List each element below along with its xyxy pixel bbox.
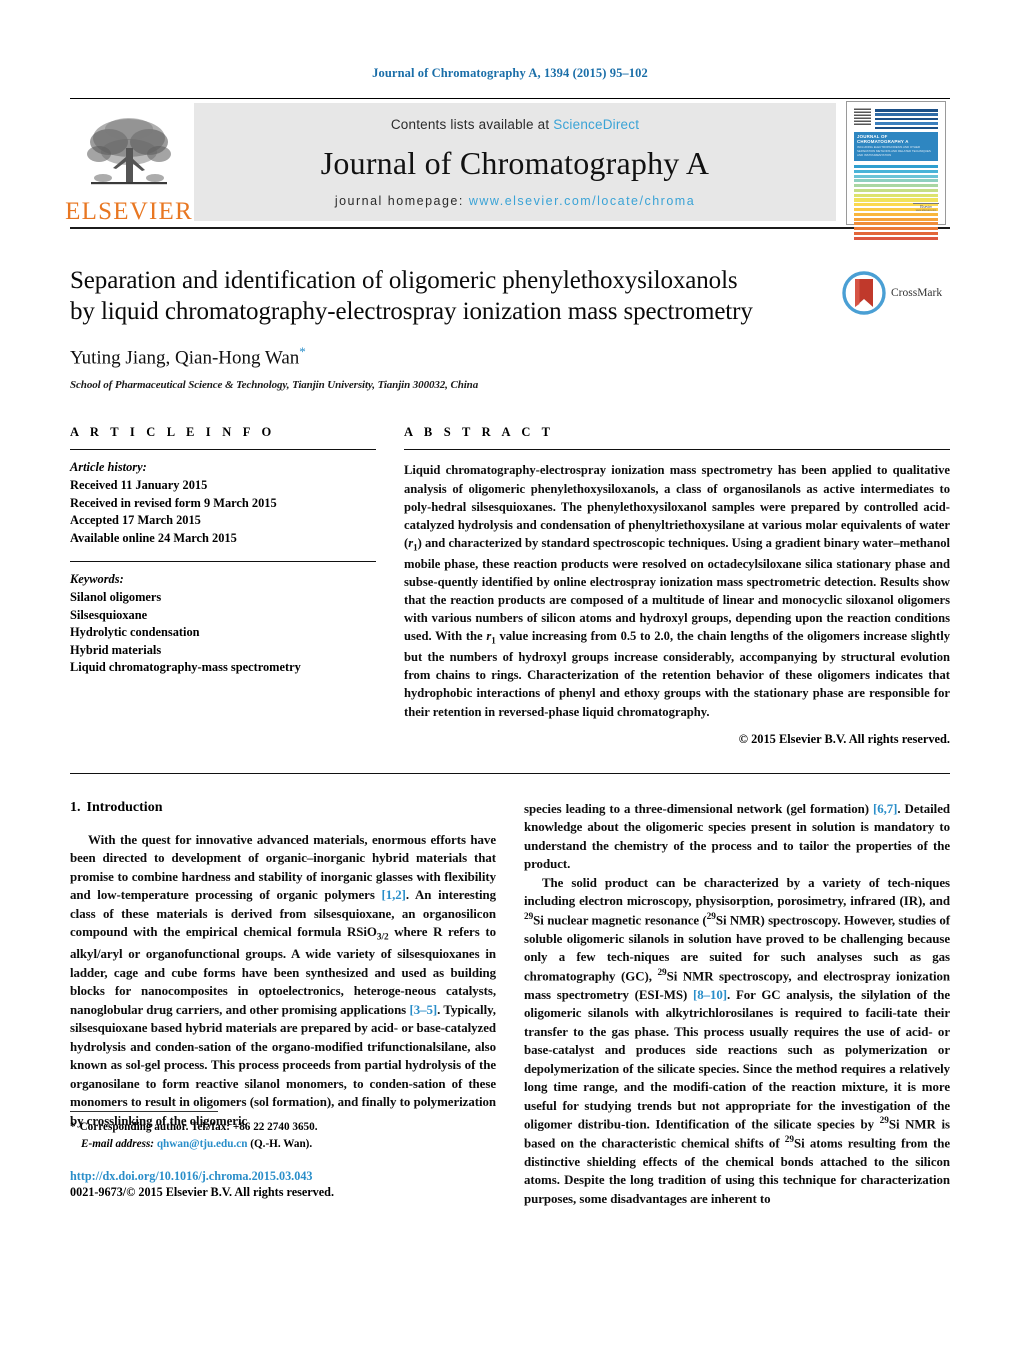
reference-link-6-7[interactable]: [6,7] (873, 802, 898, 816)
intro-left-d: . Typically, silsesquioxane based hybrid… (70, 1002, 496, 1128)
cover-publisher-mark: Elsevier www.elsevier.com (913, 202, 939, 212)
section-title-text: Introduction (86, 799, 163, 815)
intro-paragraph-right-1: species leading to a three-dimensional n… (524, 800, 950, 874)
abstract-column: A B S T R A C T Liquid chromatography-el… (404, 425, 950, 747)
body-separator-rule (70, 772, 950, 774)
paper-title-line-1: Separation and identification of oligome… (70, 267, 738, 294)
intro-right-2b: Si nuclear magnetic resonance ( (533, 913, 707, 928)
contents-prefix: Contents lists available at (390, 117, 550, 132)
history-item: Available online 24 March 2015 (70, 530, 237, 545)
email-owner: (Q.-H. Wan). (250, 1137, 313, 1150)
masthead-bottom-rule (70, 227, 950, 229)
article-history-label: Article history: (70, 460, 147, 475)
title-block: Separation and identification of oligome… (70, 265, 950, 391)
reference-link-3-5[interactable]: [3–5] (409, 1003, 437, 1017)
history-item: Received in revised form 9 March 2015 (70, 495, 277, 510)
cover-top-row (854, 108, 938, 130)
intro-right-2a: The solid product can be characterized b… (524, 875, 950, 909)
email-label: E-mail address: (81, 1137, 155, 1150)
intro-paragraph-left: With the quest for innovative advanced m… (70, 831, 496, 1131)
keyword-item: Hybrid materials (70, 642, 162, 657)
crossmark-icon (842, 271, 886, 315)
keywords-rule (70, 561, 376, 563)
keyword-item: Silsesquioxane (70, 607, 148, 622)
keyword-item: Liquid chromatography-mass spectrometry (70, 660, 301, 675)
history-item: Accepted 17 March 2015 (70, 513, 201, 528)
crossmark-cell: CrossMark (842, 265, 950, 391)
cover-subtitle: INCLUDING ELECTROPHORESIS AND OTHER SEPA… (857, 145, 931, 158)
homepage-url-link[interactable]: www.elsevier.com/locate/chroma (469, 194, 695, 208)
keyword-item: Hydrolytic condensation (70, 625, 200, 640)
journal-homepage-line: journal homepage: www.elsevier.com/locat… (335, 194, 695, 208)
article-page: Journal of Chromatography A, 1394 (2015)… (0, 0, 1020, 1351)
author-list: Yuting Jiang, Qian-Hong Wan* (70, 344, 826, 369)
cover-title: JOURNAL OF CHROMATOGRAPHY A (857, 134, 909, 145)
keywords-block: Keywords: Silanol oligomers Silsesquioxa… (70, 571, 376, 677)
body-columns: 1. Introduction With the quest for innova… (70, 800, 950, 1209)
crossmark-label: CrossMark (891, 287, 943, 299)
si29-sup-1: 29 (524, 911, 534, 922)
elsevier-logo: ELSEVIER (65, 99, 192, 227)
si29-sup-3: 29 (657, 967, 667, 978)
abstract-heading: A B S T R A C T (404, 425, 555, 440)
reference-link-8-10[interactable]: [8–10] (693, 988, 727, 1002)
corresponding-author-text: Corresponding author. Tel./fax: +86 22 2… (79, 1121, 318, 1134)
elsevier-tree-icon (87, 118, 171, 185)
si29-sup-4: 29 (879, 1116, 889, 1127)
journal-cover-cell: JOURNAL OF CHROMATOGRAPHY A INCLUDING EL… (842, 99, 950, 240)
qr-code-icon (854, 108, 871, 125)
abstract-rule (404, 449, 950, 451)
cover-title-band: JOURNAL OF CHROMATOGRAPHY A INCLUDING EL… (854, 132, 938, 161)
article-info-rule (70, 449, 376, 451)
article-info-heading: A R T I C L E I N F O (70, 425, 276, 440)
keywords-label: Keywords: (70, 572, 124, 587)
intro-paragraph-right-2: The solid product can be characterized b… (524, 874, 950, 1208)
body-column-right: species leading to a three-dimensional n… (524, 800, 950, 1209)
homepage-prefix: journal homepage: (334, 194, 464, 208)
masthead-center: Contents lists available at ScienceDirec… (194, 103, 836, 221)
cover-footer-sub: www.elsevier.com (915, 209, 937, 212)
journal-masthead: ELSEVIER Contents lists available at Sci… (65, 98, 950, 240)
journal-title: Journal of Chromatography A (320, 144, 710, 181)
corresponding-author-marker: * (299, 344, 306, 359)
running-head: Journal of Chromatography A, 1394 (2015)… (372, 66, 648, 80)
contents-available-line: Contents lists available at ScienceDirec… (391, 117, 639, 132)
body-column-left: 1. Introduction With the quest for innova… (70, 800, 496, 1200)
email-link[interactable]: qhwan@tju.edu.cn (157, 1138, 248, 1150)
reference-link-1-2[interactable]: [1,2] (381, 888, 406, 902)
intro-right-2e: . For GC analysis, the silylation of the… (524, 987, 950, 1132)
si29-sup-2: 29 (706, 911, 716, 922)
rsio-subscript: 3/2 (376, 932, 389, 943)
abstract-text: Liquid chromatography-electrospray ioniz… (404, 461, 950, 721)
abstract-copyright: © 2015 Elsevier B.V. All rights reserved… (738, 731, 950, 746)
elsevier-wordmark: ELSEVIER (65, 198, 193, 225)
paper-title-line-2: by liquid chromatography-electrospray io… (70, 298, 753, 325)
corresponding-author-note: * Corresponding author. Tel./fax: +86 22 … (70, 1119, 496, 1151)
keyword-item: Silanol oligomers (70, 589, 162, 604)
footnote-area: * Corresponding author. Tel./fax: +86 22 … (70, 1111, 496, 1199)
sciencedirect-link[interactable]: ScienceDirect (553, 117, 639, 132)
footnote-rule (70, 1111, 218, 1113)
info-abstract-section: A R T I C L E I N F O Article history: R… (70, 425, 950, 747)
issn-copyright-line: 0021-9673/© 2015 Elsevier B.V. All right… (70, 1184, 335, 1199)
page-title: Separation and identification of oligome… (70, 265, 826, 327)
intro-right-a: species leading to a three-dimensional n… (524, 801, 873, 816)
abstract-part-2: ) and characterized by standard spectros… (404, 536, 950, 644)
history-item: Received 11 January 2015 (70, 477, 208, 492)
affiliation: School of Pharmaceutical Science & Techn… (70, 379, 479, 392)
crossmark-badge[interactable]: CrossMark (842, 271, 950, 315)
cover-top-bars (875, 108, 938, 130)
author-names: Yuting Jiang, Qian-Hong Wan (70, 347, 300, 369)
article-info-column: A R T I C L E I N F O Article history: R… (70, 425, 376, 747)
article-history-block: Article history: Received 11 January 201… (70, 459, 376, 547)
journal-cover-thumbnail[interactable]: JOURNAL OF CHROMATOGRAPHY A INCLUDING EL… (846, 101, 946, 240)
section-heading-introduction: 1. Introduction (70, 800, 496, 816)
footnote-star: * (70, 1121, 76, 1134)
si29-sup-5: 29 (784, 1135, 794, 1145)
doi-link[interactable]: http://dx.doi.org/10.1016/j.chroma.2015.… (70, 1169, 496, 1184)
section-number: 1. (70, 799, 81, 815)
